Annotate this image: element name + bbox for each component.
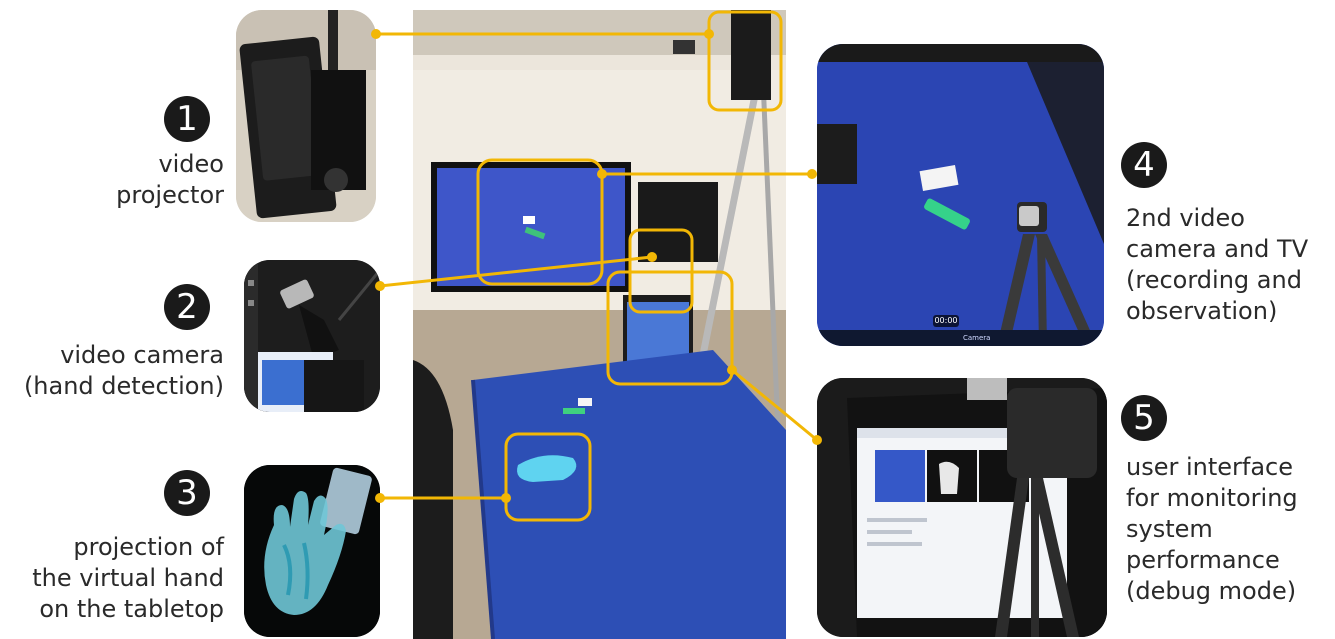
number-badge-3: 3: [164, 470, 210, 516]
label-line: projector: [116, 181, 224, 209]
label-line: projection of: [73, 533, 224, 561]
number-badge-5: 5: [1121, 395, 1167, 441]
label-video-projector: video projector: [0, 149, 224, 211]
label-video-camera: video camera (hand detection): [0, 340, 224, 402]
label-line: on the tabletop: [39, 595, 224, 623]
label-line: observation): [1126, 297, 1278, 325]
number-badge-4: 4: [1121, 142, 1167, 188]
label-line: (debug mode): [1126, 577, 1297, 605]
label-line: for monitoring: [1126, 484, 1298, 512]
number-badge-1: 1: [164, 96, 210, 142]
label-line: (hand detection): [23, 372, 224, 400]
label-user-interface: user interface for monitoring system per…: [1126, 452, 1331, 607]
label-hand-projection: projection of the virtual hand on the ta…: [0, 532, 224, 625]
label-line: performance: [1126, 546, 1280, 574]
number-badge-2: 2: [164, 284, 210, 330]
label-second-camera: 2nd video camera and TV (recording and o…: [1126, 203, 1331, 327]
ui-monitor-highlight-box: [606, 270, 734, 386]
projector-highlight-box: [707, 10, 783, 112]
label-line: the virtual hand: [32, 564, 224, 592]
label-line: video camera: [60, 341, 224, 369]
hand-highlight-box: [504, 432, 592, 522]
label-line: user interface: [1126, 453, 1294, 481]
label-line: (recording and: [1126, 266, 1302, 294]
label-line: video: [158, 150, 224, 178]
label-line: system: [1126, 515, 1213, 543]
label-line: camera and TV: [1126, 235, 1309, 263]
label-line: 2nd video: [1126, 204, 1245, 232]
